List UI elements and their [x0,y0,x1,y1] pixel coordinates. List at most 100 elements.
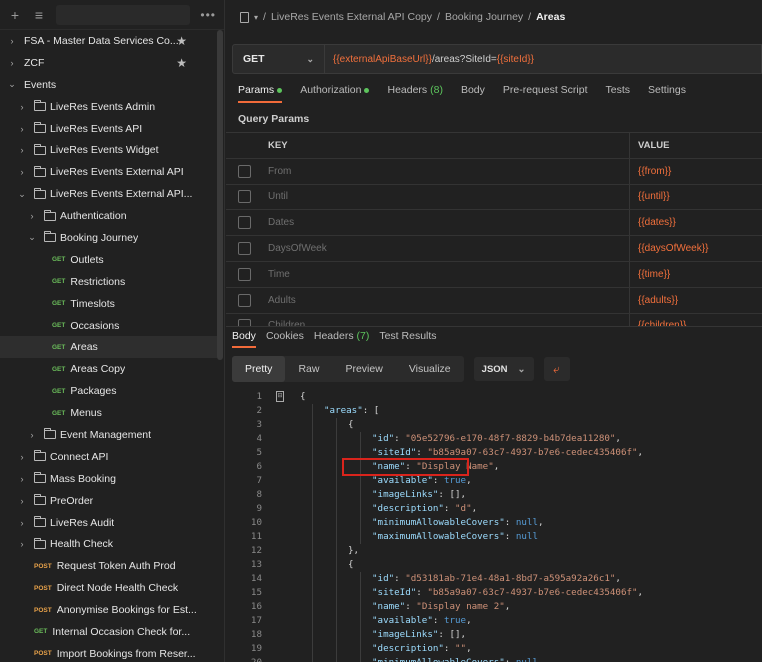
breadcrumb-current[interactable]: Areas [536,11,565,23]
param-value[interactable]: {{daysOfWeek}} [630,243,708,254]
fold-icon[interactable]: ⊟ [276,391,284,402]
breadcrumb-folder[interactable]: Booking Journey [445,11,523,23]
param-value[interactable]: {{from}} [630,166,671,177]
chevron-right-icon[interactable]: › [16,474,28,484]
view-visualize[interactable]: Visualize [396,356,464,382]
folder-item[interactable]: › Authentication [0,205,217,227]
request-item[interactable]: POST Request Token Auth Prod [0,555,217,577]
url-input[interactable]: {{externalApiBaseUrl}}/areas?SiteId={{si… [325,54,534,65]
chevron-right-icon[interactable]: › [26,211,38,221]
tab-params[interactable]: Params [238,84,283,103]
chevron-right-icon[interactable]: › [16,496,28,506]
code-token: "" [455,643,467,654]
chevron-right-icon[interactable]: › [16,145,28,155]
param-key[interactable]: DaysOfWeek [262,236,630,261]
folder-item[interactable]: ⌄ LiveRes Events External API... [0,183,217,205]
method-select[interactable]: GET ⌄ [233,45,325,73]
sidebar-scrollbar[interactable] [217,30,223,360]
folder-item[interactable]: › Health Check [0,533,217,555]
chevron-right-icon[interactable]: › [16,452,28,462]
request-item[interactable]: GET Timeslots [0,293,217,315]
indent-guide [312,502,313,516]
param-key[interactable]: Until [262,184,630,210]
folder-item[interactable]: › Connect API [0,446,217,468]
star-icon[interactable]: ★ [176,34,187,48]
param-checkbox[interactable] [237,267,251,281]
indent-guide [360,488,361,502]
request-item[interactable]: GET Outlets [0,249,217,271]
param-checkbox[interactable] [237,293,251,307]
tab-authorization[interactable]: Authorization [300,84,370,103]
folder-item[interactable]: › LiveRes Events Widget [0,139,217,161]
param-checkbox[interactable] [237,242,251,256]
folder-item[interactable]: › Event Management [0,424,217,446]
folder-item[interactable]: › LiveRes Events API [0,118,217,140]
chevron-right-icon[interactable]: › [16,539,28,549]
more-icon[interactable]: ••• [200,8,216,22]
divider[interactable] [226,326,762,327]
request-item[interactable]: POST Anonymise Bookings for Est... [0,599,217,621]
sidebar-search-input[interactable] [56,4,191,25]
param-checkbox[interactable] [237,216,251,230]
folder-item[interactable]: ⌄ Booking Journey [0,227,217,249]
request-item[interactable]: GET Occasions [0,315,217,337]
param-key[interactable]: Children [262,313,630,327]
tab-test-results[interactable]: Test Results [379,330,436,348]
request-item[interactable]: GET Areas [0,336,217,359]
folder-item[interactable]: › LiveRes Events External API [0,161,217,183]
tab-body[interactable]: Body [461,84,485,103]
request-item[interactable]: POST Direct Node Health Check [0,577,217,599]
chevron-right-icon[interactable]: › [26,430,38,440]
tab-response-headers[interactable]: Headers (7) [314,330,369,348]
param-value[interactable]: {{time}} [630,269,670,280]
tab-prerequest[interactable]: Pre-request Script [503,84,588,103]
chevron-down-icon[interactable]: ⌄ [6,79,18,90]
breadcrumb-collection[interactable]: LiveRes Events External API Copy [271,11,432,23]
format-select[interactable]: JSON ⌄ [473,357,534,381]
param-key[interactable]: Time [262,261,630,287]
tab-tests[interactable]: Tests [606,84,631,103]
chevron-down-icon[interactable]: ⌄ [26,232,38,243]
chevron-right-icon[interactable]: › [16,124,28,134]
chevron-right-icon[interactable]: › [16,518,28,528]
param-value[interactable]: {{until}} [630,191,670,202]
response-body-code[interactable]: 1{2 "areas": [3{4 "id": "05e52796-e170-48f… [226,390,762,662]
param-value[interactable]: {{dates}} [630,217,676,228]
param-value[interactable]: {{adults}} [630,295,678,306]
param-key[interactable]: Dates [262,210,630,236]
chevron-right-icon[interactable]: › [6,36,18,46]
chevron-down-icon[interactable]: ⌄ [16,189,28,200]
star-icon[interactable]: ★ [176,56,187,70]
chevron-right-icon[interactable]: › [16,102,28,112]
view-preview[interactable]: Preview [332,356,395,382]
request-item[interactable]: GET Areas Copy [0,358,217,380]
collection-item[interactable]: ⌄ Events [0,74,217,96]
request-item[interactable]: GET Packages [0,380,217,402]
param-key[interactable]: Adults [262,287,630,313]
filter-icon[interactable]: ≡ [32,7,46,23]
wrap-lines-button[interactable]: ⤶ [543,357,570,381]
tab-settings[interactable]: Settings [648,84,686,103]
param-key[interactable]: From [262,158,630,184]
param-checkbox[interactable] [237,164,251,178]
chevron-right-icon[interactable]: › [16,167,28,177]
folder-item[interactable]: › Mass Booking [0,468,217,490]
folder-item[interactable]: › LiveRes Audit [0,512,217,534]
chevron-right-icon[interactable]: › [6,58,18,68]
folder-item[interactable]: › LiveRes Events Admin [0,96,217,118]
request-item[interactable]: GET Internal Occasion Check for... [0,621,217,643]
request-item[interactable]: POST Import Bookings from Reser... [0,643,217,662]
tab-headers[interactable]: Headers (8) [387,84,442,103]
tab-response-body[interactable]: Body [232,330,256,348]
view-pretty[interactable]: Pretty [232,356,286,382]
collection-item[interactable]: › FSA - Master Data Services Co... ★ [0,30,217,52]
folder-item[interactable]: › PreOrder [0,490,217,512]
tab-cookies[interactable]: Cookies [266,330,304,348]
view-raw[interactable]: Raw [285,356,332,382]
param-checkbox[interactable] [237,190,251,204]
request-item[interactable]: GET Menus [0,402,217,424]
plus-icon[interactable]: + [8,7,22,23]
chevron-down-icon[interactable]: ▾ [254,13,258,22]
request-item[interactable]: GET Restrictions [0,271,217,293]
collection-item[interactable]: › ZCF ★ [0,52,217,74]
